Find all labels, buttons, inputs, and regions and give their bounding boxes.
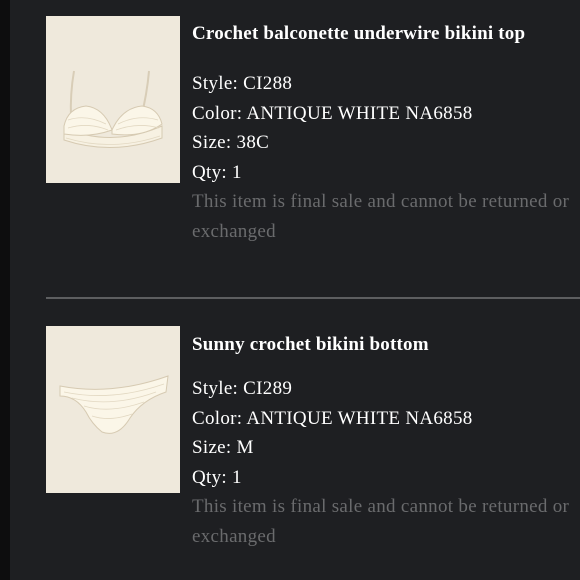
product-title[interactable]: Crochet balconette underwire bikini top (192, 19, 572, 49)
product-qty: Qty: 1 (192, 466, 242, 488)
product-image-bikini-top[interactable] (46, 16, 180, 183)
product-image-bikini-bottom[interactable] (46, 326, 180, 493)
product-color: Color: ANTIQUE WHITE NA6858 (192, 102, 473, 124)
product-color: Color: ANTIQUE WHITE NA6858 (192, 407, 473, 429)
product-size: Size: 38C (192, 132, 270, 153)
final-sale-note: This item is final sale and cannot be re… (192, 496, 570, 547)
product-style: Style: CI288 (192, 73, 293, 94)
final-sale-note: This item is final sale and cannot be re… (192, 191, 570, 242)
bikini-top-icon (46, 16, 180, 183)
left-edge-bar (0, 0, 10, 580)
product-style: Style: CI289 (192, 378, 293, 399)
order-item: Crochet balconette underwire bikini top … (46, 0, 580, 297)
product-title[interactable]: Sunny crochet bikini bottom (192, 330, 572, 360)
product-qty: Qty: 1 (192, 161, 242, 183)
order-item: Sunny crochet bikini bottom Style: CI289… (46, 299, 580, 580)
bikini-bottom-icon (46, 326, 180, 493)
product-size: Size: M (192, 437, 254, 458)
